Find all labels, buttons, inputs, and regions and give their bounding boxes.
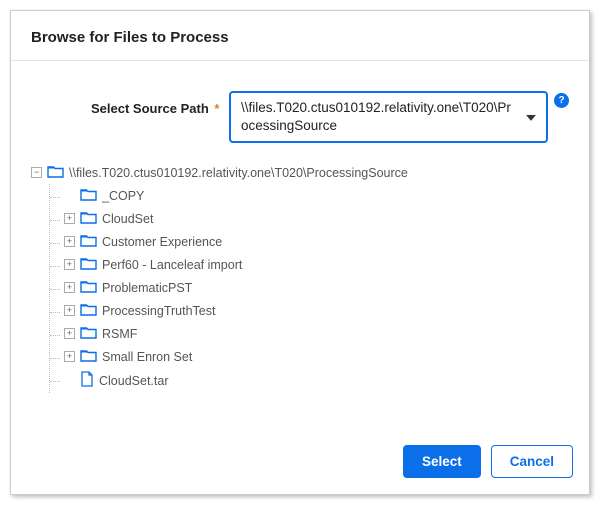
tree-node[interactable]: CloudSet.tar xyxy=(50,368,569,393)
tree-node-label: RSMF xyxy=(102,327,137,341)
folder-icon xyxy=(80,210,97,227)
cancel-button[interactable]: Cancel xyxy=(491,445,573,478)
expand-icon[interactable]: + xyxy=(64,282,75,293)
expand-icon[interactable]: + xyxy=(64,236,75,247)
expand-icon[interactable]: + xyxy=(64,351,75,362)
browse-dialog: Browse for Files to Process Select Sourc… xyxy=(10,10,590,495)
collapse-icon[interactable]: − xyxy=(31,167,42,178)
tree-node-label: CloudSet.tar xyxy=(99,374,168,388)
tree-node[interactable]: + Perf60 - Lanceleaf import xyxy=(50,253,569,276)
expander-spacer xyxy=(64,375,75,386)
tree-node-label: Small Enron Set xyxy=(102,350,192,364)
tree-node[interactable]: + CloudSet xyxy=(50,207,569,230)
tree-node-label: ProcessingTruthTest xyxy=(102,304,215,318)
tree-node-label: _COPY xyxy=(102,189,144,203)
folder-icon xyxy=(80,256,97,273)
expand-icon[interactable]: + xyxy=(64,213,75,224)
tree-node[interactable]: + ProcessingTruthTest xyxy=(50,299,569,322)
folder-icon xyxy=(47,164,64,181)
source-path-row: Select Source Path * \\files.T020.ctus01… xyxy=(31,91,569,143)
folder-icon xyxy=(80,187,97,204)
chevron-down-icon xyxy=(526,108,536,126)
source-path-select-wrap: \\files.T020.ctus010192.relativity.one\T… xyxy=(229,91,569,143)
tree-node[interactable]: + Small Enron Set xyxy=(50,345,569,368)
dialog-title: Browse for Files to Process xyxy=(31,29,569,46)
required-asterisk: * xyxy=(214,101,219,116)
select-button[interactable]: Select xyxy=(403,445,481,478)
tree-node-label: \\files.T020.ctus010192.relativity.one\T… xyxy=(69,166,408,180)
expander-spacer xyxy=(64,190,75,201)
tree-node[interactable]: _COPY xyxy=(50,184,569,207)
dialog-footer: Select Cancel xyxy=(11,431,589,494)
help-icon[interactable]: ? xyxy=(554,93,569,108)
expand-icon[interactable]: + xyxy=(64,328,75,339)
expand-icon[interactable]: + xyxy=(64,259,75,270)
tree-node-label: ProblematicPST xyxy=(102,281,192,295)
source-path-value: \\files.T020.ctus010192.relativity.one\T… xyxy=(241,100,511,133)
folder-icon xyxy=(80,348,97,365)
tree-node-label: Customer Experience xyxy=(102,235,222,249)
folder-icon xyxy=(80,279,97,296)
source-path-select[interactable]: \\files.T020.ctus010192.relativity.one\T… xyxy=(229,91,548,143)
tree-node[interactable]: + RSMF xyxy=(50,322,569,345)
tree-node[interactable]: + ProblematicPST xyxy=(50,276,569,299)
tree-root-node[interactable]: − \\files.T020.ctus010192.relativity.one… xyxy=(31,161,569,184)
folder-icon xyxy=(80,233,97,250)
tree-node-label: CloudSet xyxy=(102,212,153,226)
folder-icon xyxy=(80,302,97,319)
tree-node-label: Perf60 - Lanceleaf import xyxy=(102,258,242,272)
expand-icon[interactable]: + xyxy=(64,305,75,316)
folder-tree: − \\files.T020.ctus010192.relativity.one… xyxy=(31,161,569,393)
source-path-label-wrap: Select Source Path * xyxy=(31,91,221,116)
dialog-header: Browse for Files to Process xyxy=(11,11,589,61)
file-icon xyxy=(80,371,94,390)
folder-icon xyxy=(80,325,97,342)
tree-node[interactable]: + Customer Experience xyxy=(50,230,569,253)
source-path-label: Select Source Path xyxy=(91,101,209,116)
dialog-body: Select Source Path * \\files.T020.ctus01… xyxy=(11,61,589,431)
